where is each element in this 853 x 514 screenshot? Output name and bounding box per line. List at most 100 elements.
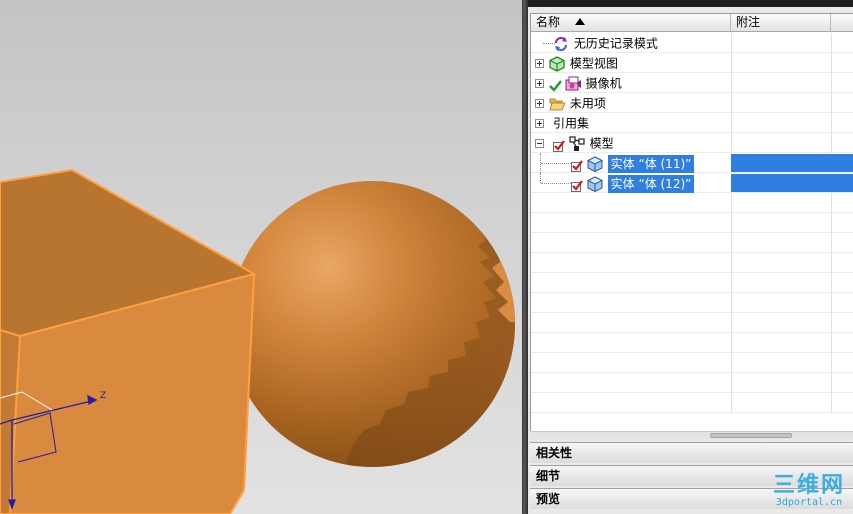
column-divider: [731, 213, 732, 233]
collapse-toggle-icon[interactable]: [535, 139, 544, 148]
tree-label: 实体 “体 (12)”: [607, 174, 695, 193]
empty-row: [531, 233, 853, 253]
selection-highlight: [731, 174, 831, 192]
tree-label: 摄像机: [585, 76, 622, 91]
column-divider: [831, 253, 832, 273]
tree-row-reference-sets[interactable]: 引用集: [531, 113, 853, 133]
column-divider: [831, 73, 832, 93]
section-relations-label: 相关性: [536, 446, 573, 460]
column-header-note[interactable]: 附注: [731, 14, 831, 32]
column-header-extra[interactable]: [831, 14, 853, 32]
tree-row-model-views[interactable]: 模型视图: [531, 53, 853, 73]
column-note-label: 附注: [736, 15, 761, 29]
graphics-viewport[interactable]: Z: [0, 0, 522, 514]
expand-toggle-icon[interactable]: [535, 119, 544, 128]
column-divider: [731, 33, 732, 53]
column-divider: [731, 273, 732, 293]
column-divider: [831, 373, 832, 393]
tree-label: 无历史记录模式: [573, 36, 658, 51]
column-divider: [831, 233, 832, 253]
model-views-icon: [549, 55, 565, 72]
tree-label: 实体 “体 (11)”: [607, 154, 695, 173]
sort-ascending-icon: [575, 18, 585, 25]
empty-row: [531, 293, 853, 313]
watermark-url: 3dportal.cn: [775, 497, 843, 508]
column-header-name[interactable]: 名称: [531, 14, 731, 32]
tree-label: 模型视图: [569, 56, 618, 71]
scene-canvas: Z: [0, 168, 520, 514]
column-divider: [731, 393, 732, 413]
sphere-body[interactable]: [229, 181, 520, 480]
column-divider: [731, 193, 732, 213]
tree-rows: 无历史记录模式 模型视图 摄像机 未用项 引用集 模型 实体 “体 (11)” …: [531, 33, 853, 413]
empty-row: [531, 253, 853, 273]
empty-row: [531, 313, 853, 333]
tree-connector: [541, 183, 571, 184]
section-details-label: 细节: [536, 469, 561, 483]
red-check-icon[interactable]: [571, 158, 583, 172]
red-check-icon[interactable]: [571, 178, 583, 192]
section-preview-label: 预览: [536, 492, 561, 506]
empty-row: [531, 393, 853, 413]
column-divider: [831, 113, 832, 133]
selection-highlight: [731, 154, 831, 172]
empty-row: [531, 333, 853, 353]
column-divider: [831, 53, 832, 73]
scrollbar-thumb[interactable]: [710, 433, 792, 438]
refresh-history-icon: [553, 36, 569, 52]
section-relations[interactable]: 相关性: [530, 442, 853, 463]
tree-node: 摄像机: [549, 73, 622, 93]
tree-row-unused-items[interactable]: 未用项: [531, 93, 853, 113]
column-divider: [731, 53, 732, 73]
expand-toggle-icon[interactable]: [535, 79, 544, 88]
tree-row-model[interactable]: 模型: [531, 133, 853, 153]
column-divider: [731, 333, 732, 353]
empty-row: [531, 373, 853, 393]
tree-row-history-mode[interactable]: 无历史记录模式: [531, 33, 853, 53]
column-divider: [831, 133, 832, 153]
model-assembly-icon: [569, 135, 585, 152]
column-divider: [731, 293, 732, 313]
column-divider: [731, 73, 732, 93]
empty-row: [531, 353, 853, 373]
tree-header: 名称 附注: [531, 14, 853, 32]
empty-row: [531, 193, 853, 213]
solid-body-icon: [586, 175, 603, 192]
column-divider: [831, 93, 832, 113]
camera-icon: [565, 76, 581, 92]
watermark-logo: 三维网: [772, 473, 845, 498]
column-divider: [831, 33, 832, 53]
tree-node: 实体 “体 (11)”: [571, 153, 695, 173]
tree-label: 引用集: [553, 116, 590, 131]
expand-toggle-icon[interactable]: [535, 99, 544, 108]
selection-highlight: [831, 174, 853, 192]
box-body[interactable]: [0, 168, 257, 514]
empty-row: [531, 213, 853, 233]
tree-row-camera[interactable]: 摄像机: [531, 73, 853, 93]
tree-node: 无历史记录模式: [553, 33, 658, 53]
column-divider: [731, 353, 732, 373]
green-check-icon[interactable]: [549, 78, 562, 92]
panel-title-bar: [528, 0, 853, 7]
tree-node: 未用项: [549, 93, 606, 113]
navigator-tree[interactable]: 名称 附注 无历史记录模式 模型视图 摄像机 未用项 引用集 模型 实体 “体 …: [530, 13, 853, 431]
column-divider: [831, 333, 832, 353]
z-axis-label: Z: [100, 391, 106, 401]
column-divider: [731, 93, 732, 113]
column-divider: [831, 353, 832, 373]
tree-row-solid-body-12[interactable]: 实体 “体 (12)”: [531, 173, 853, 193]
tree-row-solid-body-11[interactable]: 实体 “体 (11)”: [531, 153, 853, 173]
tree-node: 模型视图: [549, 53, 618, 73]
column-divider: [731, 113, 732, 133]
column-divider: [831, 313, 832, 333]
red-check-icon[interactable]: [553, 138, 565, 152]
watermark: 三维网 3dportal.cn: [772, 473, 845, 509]
horizontal-scrollbar[interactable]: [530, 431, 853, 439]
column-divider: [731, 233, 732, 253]
tree-label: 模型: [589, 136, 614, 151]
column-divider: [831, 393, 832, 413]
tree-label: 未用项: [569, 96, 606, 111]
part-navigator: 名称 附注 无历史记录模式 模型视图 摄像机 未用项 引用集 模型 实体 “体 …: [528, 0, 853, 514]
tree-node: 模型: [553, 133, 614, 153]
expand-toggle-icon[interactable]: [535, 59, 544, 68]
